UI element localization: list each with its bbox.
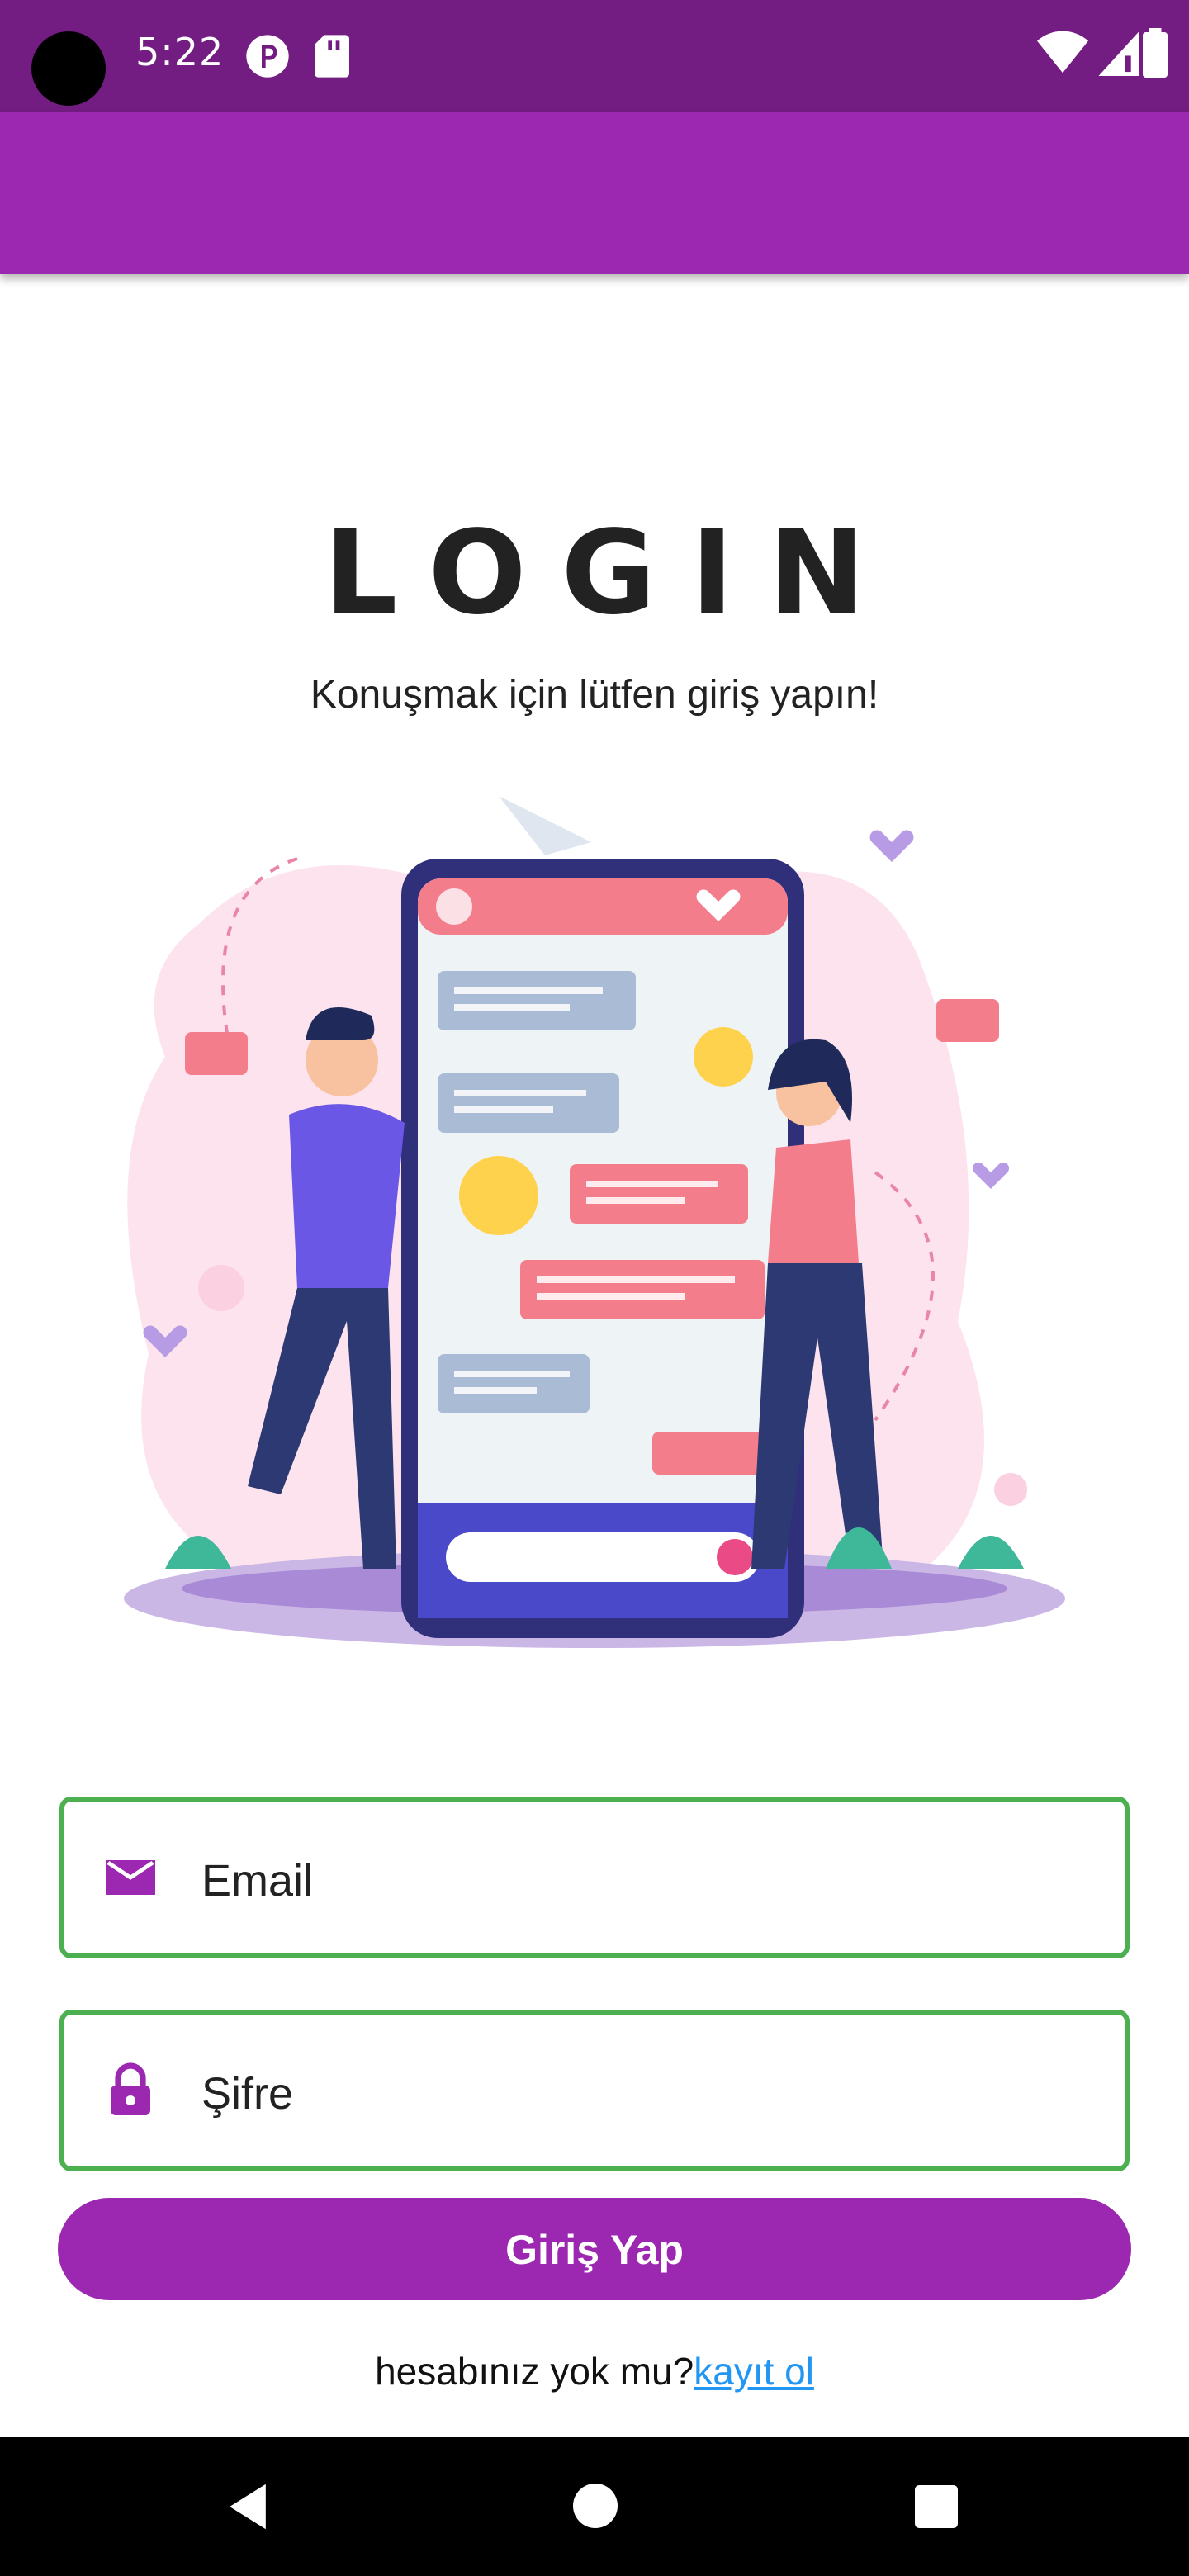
page-subtitle: Konuşmak için lütfen giriş yapın! <box>310 673 879 717</box>
signal-icon <box>1098 31 1139 76</box>
signup-prompt: hesabınız yok mu?kayıt ol <box>0 2345 1189 2398</box>
chat-app-illustration <box>124 796 1065 1648</box>
status-bar: 5:22 <box>0 0 1189 112</box>
back-icon[interactable] <box>225 2482 271 2531</box>
page-title: LOGIN <box>324 506 900 641</box>
email-label: Email <box>201 1856 314 1906</box>
camera-hole <box>31 31 106 106</box>
password-field[interactable]: Şifre <box>59 2010 1130 2171</box>
status-time: 5:22 <box>135 30 225 74</box>
password-label: Şifre <box>201 2069 294 2119</box>
app-bar <box>0 112 1189 274</box>
battery-icon <box>1143 28 1168 78</box>
signup-link[interactable]: kayıt ol <box>694 2350 814 2393</box>
notification-p-icon <box>246 35 289 78</box>
login-button[interactable]: Giriş Yap <box>58 2198 1131 2300</box>
navigation-bar <box>0 2437 1189 2576</box>
email-icon <box>106 1860 155 1895</box>
wifi-icon <box>1037 31 1088 73</box>
sd-card-icon <box>315 35 349 78</box>
email-field[interactable]: Email <box>59 1797 1130 1958</box>
recents-icon[interactable] <box>915 2485 958 2528</box>
lock-icon <box>111 2062 150 2115</box>
signup-prompt-text: hesabınız yok mu? <box>375 2350 694 2393</box>
home-icon[interactable] <box>573 2484 618 2528</box>
